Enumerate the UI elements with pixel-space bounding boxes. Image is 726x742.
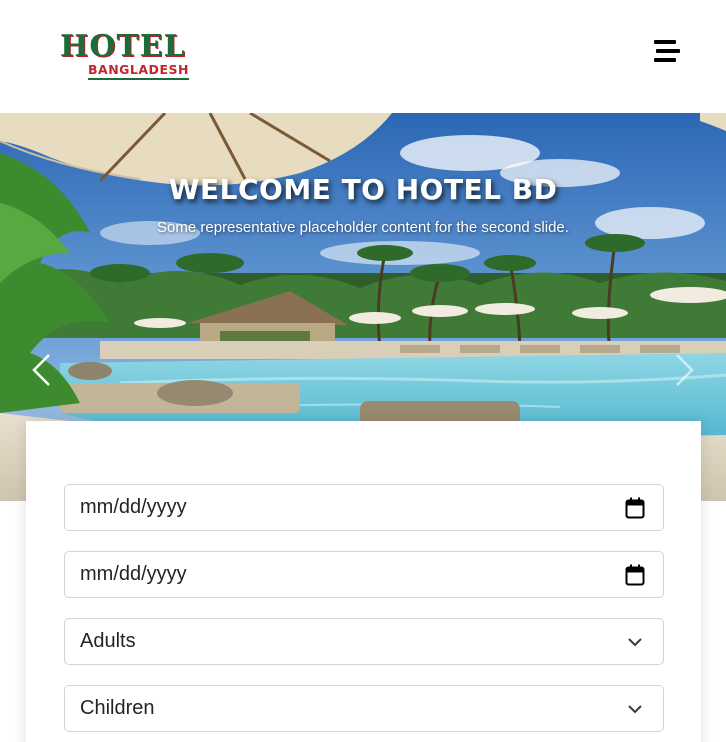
- checkin-date-input[interactable]: mm/dd/yyyy: [64, 484, 664, 531]
- adults-select-value: Adults: [80, 630, 136, 652]
- logo-wordmark: HOTEL: [60, 29, 186, 64]
- chevron-down-icon: [628, 638, 642, 647]
- booking-form-card: mm/dd/yyyy mm/dd/yyyy Adults Children: [26, 421, 701, 742]
- chevron-down-icon: [628, 705, 642, 714]
- carousel-prev-button[interactable]: [30, 353, 54, 387]
- site-header: HOTEL BANGLADESH: [0, 0, 726, 113]
- hotel-bangladesh-logo[interactable]: HOTEL BANGLADESH: [60, 30, 195, 85]
- logo-subtitle: BANGLADESH: [88, 63, 189, 80]
- hero-title: WELCOME TO HOTEL BD: [168, 173, 558, 206]
- hero-subtitle: Some representative placeholder content …: [157, 219, 569, 236]
- chevron-right-icon: [676, 354, 694, 386]
- adults-select[interactable]: Adults: [64, 618, 664, 665]
- carousel-next-button[interactable]: [672, 353, 696, 387]
- checkout-date-input[interactable]: mm/dd/yyyy: [64, 551, 664, 598]
- chevron-left-icon: [32, 354, 50, 386]
- page: HOTEL BANGLADESH WELCOME TO HOTEL BD Som…: [0, 0, 726, 742]
- calendar-icon[interactable]: [625, 497, 645, 519]
- children-select[interactable]: Children: [64, 685, 664, 732]
- children-select-value: Children: [80, 697, 155, 719]
- checkin-date-placeholder: mm/dd/yyyy: [80, 496, 187, 518]
- checkout-date-placeholder: mm/dd/yyyy: [80, 563, 187, 585]
- hamburger-icon[interactable]: [654, 40, 680, 62]
- calendar-icon[interactable]: [625, 564, 645, 586]
